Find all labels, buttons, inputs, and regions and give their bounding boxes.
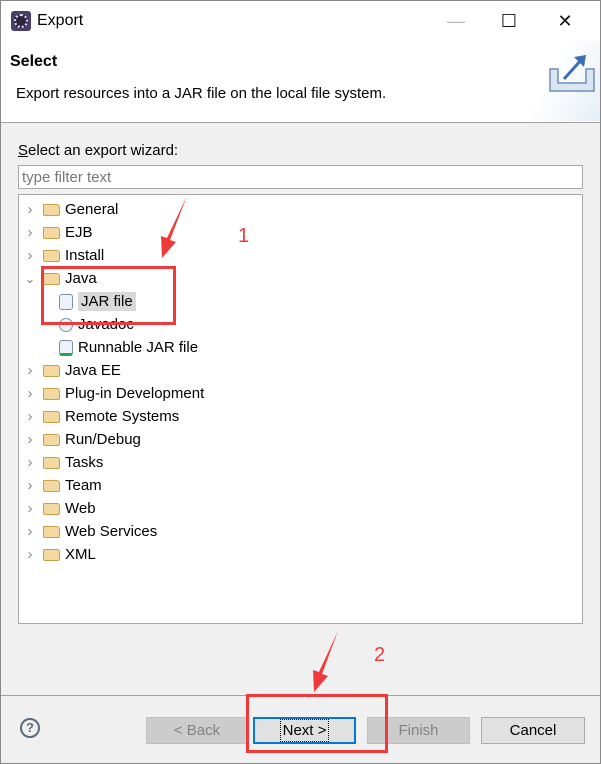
arrow-1 [161, 196, 187, 258]
arrow-2 [313, 631, 338, 692]
annotation-arrows [161, 196, 338, 692]
